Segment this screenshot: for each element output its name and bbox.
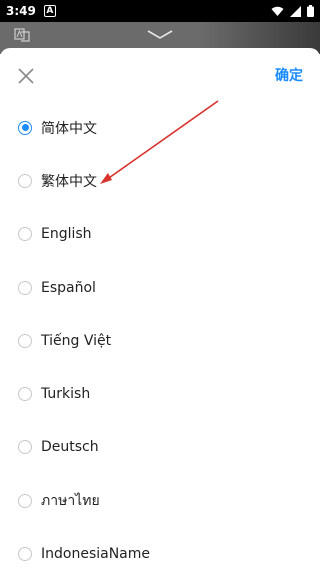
language-item-indonesian[interactable]: IndonesiaName — [0, 527, 320, 568]
language-item-english[interactable]: English — [0, 208, 320, 261]
app-badge: A — [43, 5, 56, 17]
language-label: ภาษาไทย — [41, 492, 100, 509]
language-label: 繁体中文 — [41, 173, 97, 190]
language-item-vietnamese[interactable]: Tiếng Việt — [0, 314, 320, 367]
language-list: 简体中文 繁体中文 English Español Tiếng Việt Tur… — [0, 101, 320, 568]
language-item-spanish[interactable]: Español — [0, 261, 320, 314]
language-label: 简体中文 — [41, 120, 97, 137]
sheet-header: 确定 — [0, 48, 320, 100]
language-item-simplified-chinese[interactable]: 简体中文 — [0, 101, 320, 154]
language-item-turkish[interactable]: Turkish — [0, 367, 320, 420]
chevron-down-icon[interactable] — [147, 30, 173, 40]
language-label: Turkish — [41, 386, 91, 403]
radio-button[interactable] — [18, 173, 32, 188]
language-label: Tiếng Việt — [41, 332, 112, 349]
language-label: Español — [41, 279, 96, 296]
signal-icon — [290, 5, 301, 17]
radio-button[interactable] — [18, 333, 32, 348]
radio-button[interactable] — [18, 440, 32, 455]
radio-button[interactable] — [18, 120, 32, 135]
status-bar: 3:49 A — [0, 0, 320, 22]
battery-icon — [307, 5, 314, 17]
translate-icon — [14, 28, 30, 42]
radio-button[interactable] — [18, 280, 32, 295]
language-item-german[interactable]: Deutsch — [0, 421, 320, 474]
language-label: IndonesiaName — [41, 546, 151, 563]
radio-button[interactable] — [18, 227, 32, 242]
status-time: 3:49 — [6, 4, 36, 18]
language-label: English — [41, 226, 92, 243]
radio-button[interactable] — [18, 387, 32, 402]
language-item-thai[interactable]: ภาษาไทย — [0, 474, 320, 527]
close-icon[interactable] — [16, 66, 36, 86]
confirm-button[interactable]: 确定 — [275, 65, 303, 85]
language-item-traditional-chinese[interactable]: 繁体中文 — [0, 154, 320, 207]
wifi-icon — [271, 6, 284, 16]
language-sheet: 确定 简体中文 繁体中文 English Español Tiếng Việt … — [0, 48, 320, 568]
radio-button[interactable] — [18, 547, 32, 562]
radio-button[interactable] — [18, 493, 32, 508]
language-label: Deutsch — [41, 439, 99, 456]
status-icons — [271, 5, 314, 17]
